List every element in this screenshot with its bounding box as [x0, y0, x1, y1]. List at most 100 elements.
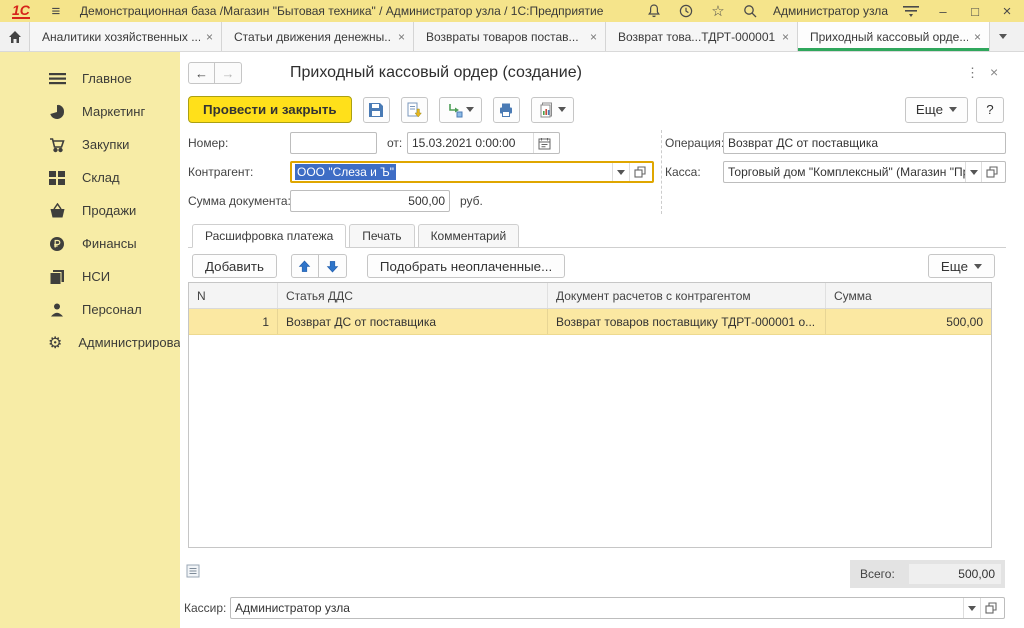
selected-text: ООО "Слеза и Ъ"	[295, 164, 396, 180]
notifications-bell-icon[interactable]	[645, 2, 663, 20]
search-icon[interactable]	[741, 2, 759, 20]
printer-icon	[498, 102, 514, 118]
sidebar-item-warehouse[interactable]: Склад	[0, 161, 180, 194]
sections-sidebar: Главное Маркетинг Закупки Склад Продажи …	[0, 52, 180, 628]
col-header-settlement-doc[interactable]: Документ расчетов с контрагентом	[548, 283, 826, 308]
counterparty-input[interactable]: ООО "Слеза и Ъ"	[290, 161, 654, 183]
cash-receipt-order-form: ← → Приходный кассовый ордер (создание) …	[180, 52, 1024, 628]
table-more-button[interactable]: Еще	[928, 254, 995, 278]
counterparty-dropdown-icon[interactable]	[612, 163, 629, 181]
floppy-icon	[368, 102, 384, 118]
cashier-input[interactable]: Администратор узла	[230, 597, 1005, 619]
save-button[interactable]	[363, 97, 390, 123]
col-header-cashflow-item[interactable]: Статья ДДС	[278, 283, 548, 308]
window-titlebar: 1С ≡ Демонстрационная база /Магазин "Быт…	[0, 0, 1024, 22]
tab-close-icon[interactable]: ×	[584, 30, 597, 44]
payment-details-table: N Статья ДДС Документ расчетов с контраг…	[188, 282, 992, 548]
sidebar-item-marketing[interactable]: Маркетинг	[0, 95, 180, 128]
menu-lines-icon	[48, 70, 66, 88]
col-header-amount[interactable]: Сумма	[826, 283, 991, 308]
cashbox-input[interactable]: Торговый дом "Комплексный" (Магазин "Пр	[723, 161, 1006, 183]
tab-payment-details[interactable]: Расшифровка платежа	[192, 224, 346, 248]
sidebar-item-purchases[interactable]: Закупки	[0, 128, 180, 161]
arrow-up-icon	[298, 260, 311, 273]
form-splitter[interactable]	[661, 130, 662, 214]
shopping-cart-icon	[48, 136, 66, 154]
number-label: Номер:	[188, 132, 228, 154]
main-menu-icon[interactable]: ≡	[46, 3, 66, 20]
counterparty-label: Контрагент:	[188, 161, 253, 183]
table-row[interactable]: 1 Возврат ДС от поставщика Возврат товар…	[189, 309, 991, 335]
related-documents-button[interactable]	[439, 97, 482, 123]
form-more-dots-icon[interactable]: ⋮	[966, 65, 979, 81]
move-row-down-button[interactable]	[319, 254, 347, 278]
operation-input[interactable]: Возврат ДС от поставщика	[723, 132, 1006, 154]
post-document-icon	[406, 102, 422, 118]
form-close-icon[interactable]: ×	[990, 64, 998, 80]
arrow-down-icon	[326, 260, 339, 273]
create-based-on-button[interactable]	[531, 97, 574, 123]
sidebar-item-administration[interactable]: ⚙ Администрирование	[0, 326, 180, 359]
tab-cashflow-items[interactable]: Статьи движения денежны... ×	[222, 22, 414, 51]
form-more-button[interactable]: Еще	[905, 97, 968, 123]
open-windows-tabbar: Аналитики хозяйственных ... × Статьи дви…	[0, 22, 1024, 52]
tab-close-icon[interactable]: ×	[968, 30, 981, 44]
cashbox-open-icon[interactable]	[981, 162, 1001, 182]
help-button[interactable]: ?	[976, 97, 1004, 123]
cashier-open-icon[interactable]	[980, 598, 1000, 618]
calendar-icon[interactable]	[533, 133, 555, 153]
favorites-star-icon[interactable]: ☆	[709, 2, 727, 20]
documents-stack-icon	[48, 268, 66, 286]
history-icon[interactable]	[677, 2, 695, 20]
post-and-close-button[interactable]: Провести и закрыть	[188, 96, 352, 123]
window-minimize-button[interactable]: –	[934, 4, 952, 19]
tab-cash-receipt-order[interactable]: Приходный кассовый орде... ×	[798, 22, 990, 51]
sidebar-item-personnel[interactable]: Персонал	[0, 293, 180, 326]
sidebar-item-finance[interactable]: Финансы	[0, 227, 180, 260]
tab-close-icon[interactable]: ×	[776, 30, 789, 44]
window-maximize-button[interactable]: □	[966, 4, 984, 19]
tab-print[interactable]: Печать	[349, 224, 414, 247]
sidebar-item-main[interactable]: Главное	[0, 62, 180, 95]
amount-input[interactable]: 500,00	[290, 190, 450, 212]
tab-comment[interactable]: Комментарий	[418, 224, 520, 247]
tab-analytics[interactable]: Аналитики хозяйственных ... ×	[30, 22, 222, 51]
detail-tabs: Расшифровка платежа Печать Комментарий	[188, 224, 1006, 248]
window-close-button[interactable]: ×	[998, 3, 1016, 20]
number-input[interactable]	[290, 132, 377, 154]
report-document-icon	[539, 102, 555, 118]
ruble-circle-icon	[48, 235, 66, 253]
post-document-button[interactable]	[401, 97, 428, 123]
add-row-button[interactable]: Добавить	[192, 254, 277, 278]
form-title: Приходный кассовый ордер (создание)	[290, 64, 582, 82]
related-documents-icon	[447, 102, 463, 118]
window-title: Демонстрационная база /Магазин "Бытовая …	[80, 4, 604, 18]
cashier-label: Кассир:	[184, 597, 226, 619]
sidebar-item-sales[interactable]: Продажи	[0, 194, 180, 227]
print-button[interactable]	[493, 97, 520, 123]
gear-icon: ⚙	[48, 334, 62, 352]
move-row-up-button[interactable]	[291, 254, 319, 278]
sidebar-item-nsi[interactable]: НСИ	[0, 260, 180, 293]
cashbox-label: Касса:	[665, 161, 701, 183]
tab-list-dropdown[interactable]	[990, 22, 1016, 51]
cashbox-dropdown-icon[interactable]	[965, 162, 982, 182]
col-header-n[interactable]: N	[189, 283, 278, 308]
cashier-dropdown-icon[interactable]	[963, 598, 980, 618]
total-block: Всего: 500,00	[850, 560, 1005, 588]
home-tab[interactable]	[0, 22, 30, 51]
tab-close-icon[interactable]: ×	[392, 30, 405, 44]
tab-close-icon[interactable]: ×	[200, 30, 213, 44]
tab-returns-list[interactable]: Возвраты товаров постав... ×	[414, 22, 606, 51]
tab-return-document[interactable]: Возврат това...ТДРТ-000001 ×	[606, 22, 798, 51]
counterparty-open-icon[interactable]	[629, 163, 649, 181]
current-user-label[interactable]: Администратор узла	[773, 4, 888, 18]
currency-label: руб.	[460, 190, 483, 212]
pick-unpaid-button[interactable]: Подобрать неоплаченные...	[367, 254, 565, 278]
nav-back-button[interactable]: ←	[188, 62, 215, 84]
service-menu-icon[interactable]	[902, 2, 920, 20]
amount-label: Сумма документа:	[188, 190, 291, 212]
nav-forward-button[interactable]: →	[215, 62, 242, 84]
list-summary-icon[interactable]	[186, 564, 200, 578]
date-input[interactable]: 15.03.2021 0:00:00	[407, 132, 560, 154]
